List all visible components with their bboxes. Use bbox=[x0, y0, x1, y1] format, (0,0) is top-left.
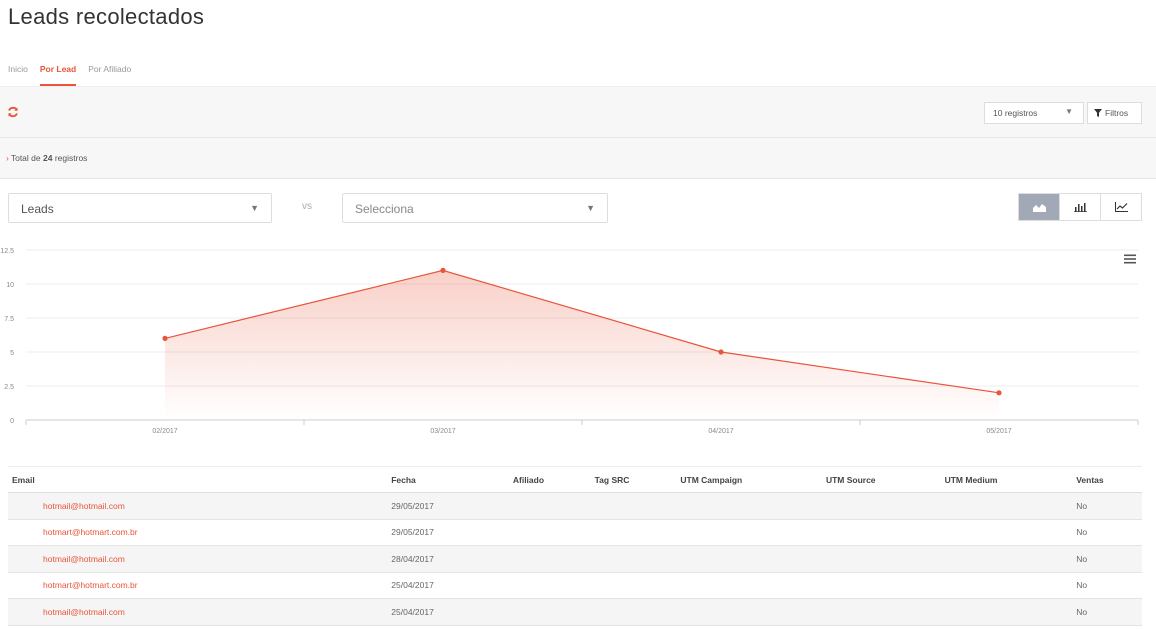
table-body: hotmail@hotmail.com 29/05/2017 No hotmart@h… bbox=[8, 493, 1142, 626]
y-tick-label: 5 bbox=[10, 350, 14, 357]
email-link[interactable]: hotmail@hotmail.com bbox=[8, 607, 271, 617]
sales-cell: No bbox=[1076, 527, 1088, 538]
table-row[interactable]: hotmail@hotmail.com 29/05/2017 No bbox=[8, 493, 1142, 520]
y-tick-label: 10 bbox=[6, 282, 14, 289]
chart-type-toggle bbox=[1018, 193, 1142, 221]
toolbar: 10 registros ▼ Filtros bbox=[0, 86, 1156, 138]
header-fecha[interactable]: Fecha bbox=[271, 475, 509, 485]
line-chart-button[interactable] bbox=[1101, 194, 1141, 220]
date-cell: 25/04/2017 bbox=[391, 580, 434, 591]
summary-prefix: Total de bbox=[10, 153, 41, 163]
data-point[interactable] bbox=[996, 390, 1002, 396]
sales-cell: No bbox=[1076, 606, 1088, 617]
x-tick-label: 03/2017 bbox=[430, 428, 455, 435]
header-email[interactable]: Email bbox=[8, 475, 271, 485]
date-cell: 28/04/2017 bbox=[391, 553, 434, 564]
tab-bar: Inicio Por Lead Por Afiliado bbox=[8, 64, 131, 86]
refresh-icon[interactable] bbox=[7, 106, 19, 118]
sales-cell: No bbox=[1076, 500, 1088, 511]
sales-cell: No bbox=[1076, 553, 1088, 564]
tab-por-lead[interactable]: Por Lead bbox=[39, 64, 77, 86]
email-link[interactable]: hotmail@hotmail.com bbox=[8, 501, 271, 511]
table-row[interactable]: hotmart@hotmart.com.br 25/04/2017 No bbox=[8, 573, 1142, 599]
date-cell: 25/04/2017 bbox=[391, 606, 434, 617]
header-ventas[interactable]: Ventas bbox=[1072, 475, 1142, 485]
y-tick-label: 0 bbox=[10, 418, 14, 425]
series-area bbox=[165, 270, 999, 420]
sales-cell: No bbox=[1076, 580, 1088, 591]
filters-label: Filtros bbox=[1105, 108, 1129, 118]
total-records-summary: › Total de 24 registros bbox=[0, 138, 1156, 179]
y-tick-label: 2.5 bbox=[4, 384, 14, 391]
line-chart-icon bbox=[1114, 202, 1128, 212]
leads-chart-svg: 0 2.5 5 7.5 10 12.5 02/2017 03/2017 04/2017 05/20… bbox=[0, 248, 1139, 435]
summary-count: 24 bbox=[43, 153, 53, 163]
data-point[interactable] bbox=[162, 335, 168, 341]
email-link[interactable]: hotmart@hotmart.com.br bbox=[8, 580, 271, 590]
area-chart-icon bbox=[1032, 204, 1046, 212]
chevron-right-icon: › bbox=[6, 153, 9, 163]
records-per-page-value: 10 registros bbox=[993, 108, 1038, 118]
vs-label: vs bbox=[302, 201, 312, 212]
header-utm-medium[interactable]: UTM Medium bbox=[941, 475, 1073, 485]
records-per-page-select[interactable]: 10 registros ▼ bbox=[984, 102, 1084, 124]
filters-button[interactable]: Filtros bbox=[1087, 102, 1142, 124]
x-tick-label: 02/2017 bbox=[152, 428, 177, 435]
x-tick-label: 04/2017 bbox=[708, 428, 733, 435]
summary-suffix: registros bbox=[54, 153, 88, 163]
table-row[interactable]: hotmail@hotmail.com 25/04/2017 No bbox=[8, 599, 1142, 626]
header-utm-campaign[interactable]: UTM Campaign bbox=[676, 475, 822, 485]
y-tick-label: 7.5 bbox=[4, 316, 14, 323]
bar-chart-button[interactable] bbox=[1060, 194, 1101, 220]
tab-por-afiliado[interactable]: Por Afiliado bbox=[88, 64, 131, 86]
chevron-down-icon: ▼ bbox=[1065, 107, 1073, 116]
x-tick-label: 05/2017 bbox=[986, 428, 1011, 435]
bar-chart-icon bbox=[1073, 203, 1087, 212]
chart-menu-icon[interactable] bbox=[1124, 254, 1136, 264]
table-row[interactable]: hotmail@hotmail.com 28/04/2017 No bbox=[8, 546, 1142, 573]
leads-chart: 0 2.5 5 7.5 10 12.5 02/2017 03/2017 04/2017 05/20… bbox=[0, 240, 1156, 440]
chevron-down-icon: ▼ bbox=[250, 203, 259, 213]
table-header: Email Fecha Afiliado Tag SRC UTM Campaig… bbox=[8, 466, 1142, 493]
date-cell: 29/05/2017 bbox=[391, 527, 434, 538]
leads-table: Email Fecha Afiliado Tag SRC UTM Campaig… bbox=[8, 466, 1142, 626]
date-cell: 29/05/2017 bbox=[391, 500, 434, 511]
header-utm-source[interactable]: UTM Source bbox=[822, 475, 941, 485]
header-afiliado[interactable]: Afiliado bbox=[509, 475, 591, 485]
data-point[interactable] bbox=[440, 267, 446, 273]
metric-select-primary[interactable]: Leads ▼ bbox=[8, 193, 272, 223]
filter-icon bbox=[1094, 109, 1102, 117]
data-point[interactable] bbox=[718, 349, 724, 355]
chevron-down-icon: ▼ bbox=[586, 203, 595, 213]
table-row[interactable]: hotmart@hotmart.com.br 29/05/2017 No bbox=[8, 520, 1142, 546]
header-tag-src[interactable]: Tag SRC bbox=[591, 475, 677, 485]
metric-select-secondary-placeholder: Selecciona bbox=[355, 202, 414, 216]
area-chart-button[interactable] bbox=[1019, 194, 1060, 220]
email-link[interactable]: hotmart@hotmart.com.br bbox=[8, 527, 271, 537]
page-title: Leads recolectados bbox=[8, 4, 205, 29]
email-link[interactable]: hotmail@hotmail.com bbox=[8, 554, 271, 564]
y-tick-label: 12.5 bbox=[0, 248, 14, 255]
metric-select-secondary[interactable]: Selecciona ▼ bbox=[342, 193, 608, 223]
tab-inicio[interactable]: Inicio bbox=[8, 64, 28, 86]
metric-select-primary-value: Leads bbox=[21, 202, 54, 216]
